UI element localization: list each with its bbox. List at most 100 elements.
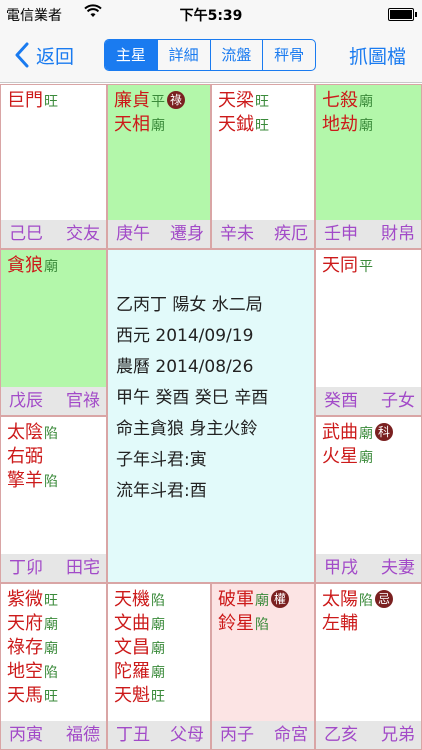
- palace-cell[interactable]: 紫微旺 天府廟 祿存廟 地空陷 天馬旺 丙寅 福德: [0, 583, 107, 750]
- stem-branch-label: 戊辰: [9, 391, 43, 411]
- palace-footer: 癸酉 子女: [316, 387, 421, 415]
- star-name: 天同: [322, 255, 358, 276]
- palace-footer: 甲戌 夫妻: [316, 554, 421, 582]
- status-time: 下午5:39: [179, 8, 243, 24]
- ziwei-chart: 乙丙丁 陽女 水二局 西元 2014/09/19 農曆 2014/08/26 甲午 癸…: [0, 84, 422, 750]
- segment-tab[interactable]: 秤骨: [262, 40, 315, 70]
- stem-branch-label: 丁卯: [9, 558, 43, 578]
- transformation-badge: 科: [375, 423, 393, 441]
- center-info-line: 農曆 2014/08/26: [116, 357, 254, 377]
- palace-name-label: 兄弟: [381, 725, 415, 745]
- status-bar: 電信業者 下午5:39: [0, 0, 422, 28]
- palace-name-label: 夫妻: [381, 558, 415, 578]
- palace-footer: 庚午 遷身: [108, 220, 210, 248]
- star-brightness: 平: [359, 259, 373, 275]
- star-name: 擎羊: [7, 470, 43, 491]
- star-name: 天梁: [218, 90, 254, 111]
- palace-cell[interactable]: 太陽陷忌左輔乙亥 兄弟: [315, 583, 422, 750]
- star-list: 巨門旺: [7, 89, 102, 113]
- star-brightness: 陷: [44, 426, 58, 442]
- palace-cell[interactable]: 太陰陷 右弼 擎羊陷 丁卯 田宅: [0, 416, 107, 583]
- star-brightness: 廟: [151, 617, 165, 633]
- star-name: 天魁: [114, 685, 150, 706]
- palace-footer: 丁丑 父母: [108, 721, 210, 749]
- palace-cell[interactable]: 天同平癸酉 子女: [315, 249, 422, 416]
- chart-center-info: 乙丙丁 陽女 水二局 西元 2014/09/19 農曆 2014/08/26 甲午 癸…: [107, 249, 315, 583]
- palace-cell[interactable]: 巨門旺己巳 交友: [0, 84, 107, 249]
- palace-name-label: 父母: [170, 725, 204, 745]
- star-entry: 文昌廟: [114, 636, 206, 660]
- palace-name-label: 田宅: [66, 558, 100, 578]
- star-entry: 文曲廟: [114, 612, 206, 636]
- star-entry: 右弼: [7, 445, 102, 469]
- star-brightness: 旺: [44, 593, 58, 609]
- palace-footer: 丁卯 田宅: [1, 554, 106, 582]
- palace-cell[interactable]: 破軍廟權鈴星陷丙子 命宮: [211, 583, 315, 750]
- stem-branch-label: 丙子: [220, 725, 254, 745]
- stem-branch-label: 己巳: [9, 224, 43, 244]
- star-brightness: 廟: [151, 641, 165, 657]
- palace-name-label: 福德: [66, 725, 100, 745]
- star-name: 破軍: [218, 589, 254, 610]
- star-list: 武曲廟科火星廟: [322, 421, 417, 469]
- star-entry: 地劫廟: [322, 113, 417, 137]
- star-list: 破軍廟權鈴星陷: [218, 588, 310, 636]
- star-brightness: 廟: [44, 641, 58, 657]
- star-list: 紫微旺 天府廟 祿存廟 地空陷 天馬旺: [7, 588, 102, 708]
- star-brightness: 廟: [359, 450, 373, 466]
- star-brightness: 陷: [44, 474, 58, 490]
- star-brightness: 旺: [255, 94, 269, 110]
- star-brightness: 廟: [44, 259, 58, 275]
- star-entry: 廉貞平祿: [114, 89, 206, 113]
- star-entry: 武曲廟科: [322, 421, 417, 445]
- palace-cell[interactable]: 貪狼廟 戊辰 官祿: [0, 249, 107, 416]
- chevron-left-icon: [15, 42, 29, 68]
- palace-name-label: 交友: [66, 224, 100, 244]
- palace-cell[interactable]: 七殺廟 地劫廟 壬申 財帛: [315, 84, 422, 249]
- battery-fill: [390, 10, 412, 19]
- star-list: 太陽陷忌左輔: [322, 588, 417, 636]
- center-info-line: 乙丙丁 陽女 水二局: [116, 295, 263, 315]
- back-label: 返回: [36, 45, 75, 68]
- star-name: 火星: [322, 446, 358, 467]
- stem-branch-label: 丙寅: [9, 725, 43, 745]
- star-name: 左輔: [322, 613, 358, 634]
- palace-cell[interactable]: 天梁旺 天鉞旺 辛未 疾厄: [211, 84, 315, 249]
- palace-cell[interactable]: 廉貞平祿天相廟庚午 遷身: [107, 84, 211, 249]
- star-name: 七殺: [322, 90, 358, 111]
- center-info-line: 流年斗君:酉: [116, 481, 207, 501]
- star-name: 貪狼: [7, 255, 43, 276]
- star-brightness: 廟: [151, 118, 165, 134]
- palace-footer: 丙子 命宮: [212, 721, 314, 749]
- star-entry: 左輔: [322, 612, 417, 636]
- center-info-line: 西元 2014/09/19: [116, 326, 254, 346]
- star-name: 陀羅: [114, 661, 150, 682]
- palace-footer: 己巳 交友: [1, 220, 106, 248]
- segment-tab[interactable]: 主星: [105, 40, 157, 70]
- star-name: 祿存: [7, 637, 43, 658]
- palace-name-label: 遷身: [170, 224, 204, 244]
- capture-image-button[interactable]: 抓圖檔: [349, 42, 406, 69]
- star-entry: 火星廟: [322, 445, 417, 469]
- segment-tab[interactable]: 流盤: [209, 40, 263, 70]
- star-list: 廉貞平祿天相廟: [114, 89, 206, 137]
- star-entry: 破軍廟權: [218, 588, 310, 612]
- segment-tab[interactable]: 詳細: [156, 40, 210, 70]
- star-entry: 擎羊陷: [7, 469, 102, 493]
- back-button[interactable]: 返回: [14, 42, 74, 68]
- star-entry: 巨門旺: [7, 89, 102, 113]
- palace-cell[interactable]: 天機陷 文曲廟 文昌廟 陀羅廟 天魁旺 丁丑 父母: [107, 583, 211, 750]
- stem-branch-label: 壬申: [324, 224, 358, 244]
- star-entry: 天相廟: [114, 113, 206, 137]
- palace-cell[interactable]: 武曲廟科火星廟甲戌 夫妻: [315, 416, 422, 583]
- star-brightness: 旺: [44, 94, 58, 110]
- star-brightness: 旺: [151, 689, 165, 705]
- star-entry: 七殺廟: [322, 89, 417, 113]
- star-name: 太陽: [322, 589, 358, 610]
- star-list: 太陰陷 右弼 擎羊陷: [7, 421, 102, 493]
- palace-footer: 乙亥 兄弟: [316, 721, 421, 749]
- nav-bar: 返回 主星 詳細 流盤 秤骨 抓圖檔: [0, 28, 422, 83]
- star-entry: 太陽陷忌: [322, 588, 417, 612]
- star-entry: 天梁旺: [218, 89, 310, 113]
- star-entry: 天府廟: [7, 612, 102, 636]
